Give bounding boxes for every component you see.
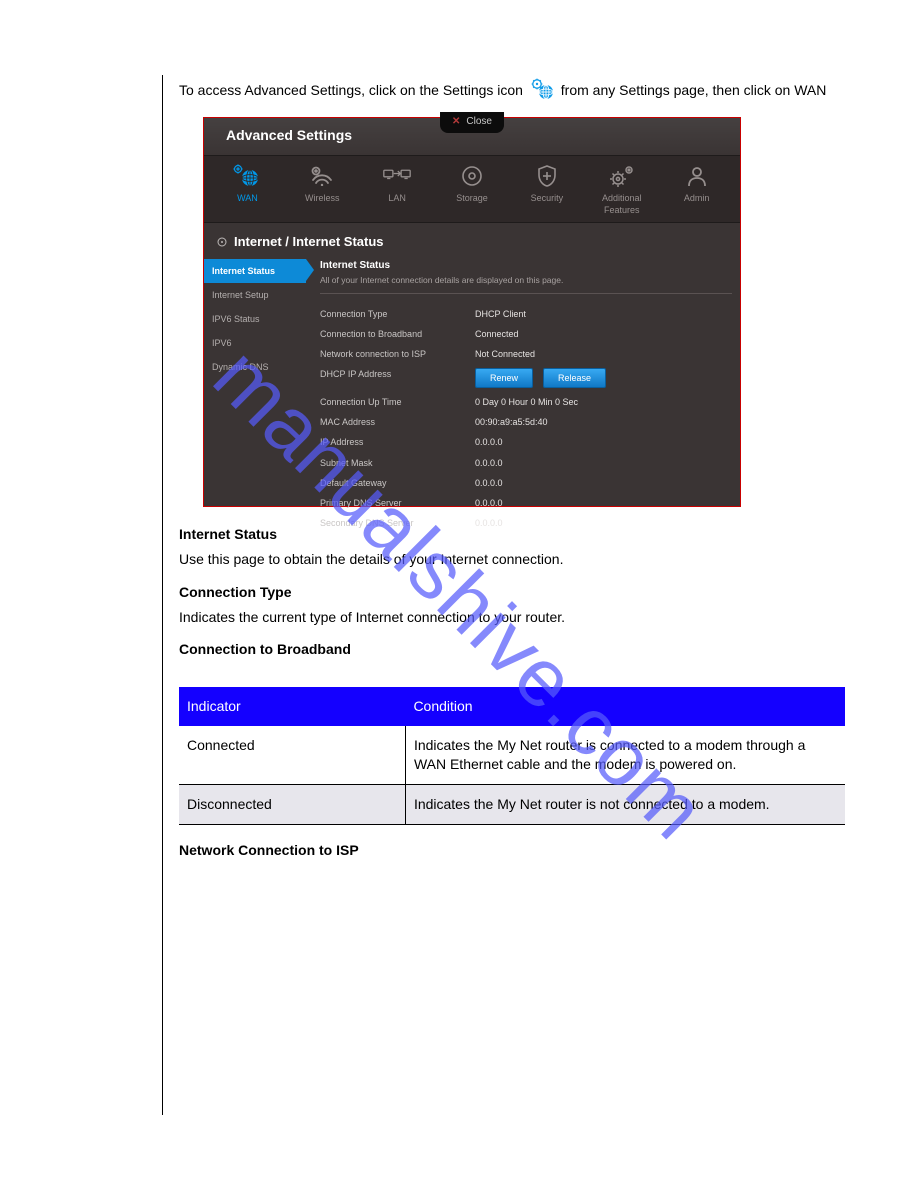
row-value: 0 Day 0 Hour 0 Min 0 Sec xyxy=(475,396,732,408)
status-row: DHCP IP AddressRenew Release xyxy=(320,364,732,392)
nav-wireless[interactable]: Wireless xyxy=(285,164,360,216)
router-sidebar: Internet Status Internet Setup IPV6 Stat… xyxy=(204,259,306,540)
row-label: MAC Address xyxy=(320,416,475,428)
nav-label: Additional Features xyxy=(584,192,659,216)
status-row: Default Gateway0.0.0.0 xyxy=(320,473,732,493)
row-value: Not Connected xyxy=(475,348,732,360)
nav-admin[interactable]: Admin xyxy=(659,164,734,216)
status-row: Primary DNS Server0.0.0.0 xyxy=(320,493,732,513)
sidebar-item-internet-status[interactable]: Internet Status xyxy=(204,259,306,283)
row-value: 0.0.0.0 xyxy=(475,436,732,448)
sub1-body: Indicates the current type of Internet c… xyxy=(179,608,845,627)
document-content: To access Advanced Settings, click on th… xyxy=(179,78,845,866)
row-label: Primary DNS Server xyxy=(320,497,475,509)
row-value: 0.0.0.0 xyxy=(475,517,732,529)
close-label: Close xyxy=(466,115,492,129)
gear-small-icon xyxy=(216,236,228,248)
sidebar-item-internet-setup[interactable]: Internet Setup xyxy=(204,283,306,307)
nav-label: Wireless xyxy=(305,192,340,204)
table-row: Disconnected Indicates the My Net router… xyxy=(179,785,845,825)
row-value: DHCP Client xyxy=(475,308,732,320)
sub2-title: Connection to Broadband xyxy=(179,640,845,659)
disc-icon xyxy=(458,164,486,188)
lan-icon xyxy=(383,164,411,188)
th-indicator: Indicator xyxy=(179,687,405,726)
table-row: Connected Indicates the My Net router is… xyxy=(179,726,845,784)
section-body: Use this page to obtain the details of y… xyxy=(179,550,845,569)
table-header-row: Indicator Condition xyxy=(179,687,845,726)
nav-storage[interactable]: Storage xyxy=(435,164,510,216)
globe-icon xyxy=(233,164,261,188)
nav-label: Admin xyxy=(684,192,710,204)
row-value: Connected xyxy=(475,328,732,340)
panel-desc: All of your Internet connection details … xyxy=(320,275,732,293)
vertical-rule xyxy=(162,75,163,1115)
status-row: Network connection to ISPNot Connected xyxy=(320,344,732,364)
intro-icon-inline xyxy=(529,78,555,105)
shield-icon xyxy=(533,164,561,188)
status-row: Connection Up Time0 Day 0 Hour 0 Min 0 S… xyxy=(320,392,732,412)
row-value: 00:90:a9:a5:5d:40 xyxy=(475,416,732,428)
row-label: Connection Up Time xyxy=(320,396,475,408)
sub1-title: Connection Type xyxy=(179,583,845,602)
intro-paragraph: To access Advanced Settings, click on th… xyxy=(179,78,845,105)
sidebar-item-ddns[interactable]: Dynamic DNS xyxy=(204,355,306,379)
nav-wan[interactable]: WAN xyxy=(210,164,285,216)
document-body: Internet Status Use this page to obtain … xyxy=(179,525,845,860)
row-label: Secondary DNS Server xyxy=(320,517,475,529)
router-screenshot: ✕ Close Advanced Settings WAN Wireless xyxy=(203,117,741,507)
close-button[interactable]: ✕ Close xyxy=(440,112,504,134)
router-main-panel: Internet Status All of your Internet con… xyxy=(306,259,740,540)
status-row: Subnet Mask0.0.0.0 xyxy=(320,453,732,473)
row-value: Renew Release xyxy=(475,368,732,388)
nav-additional[interactable]: Additional Features xyxy=(584,164,659,216)
row-label: DHCP IP Address xyxy=(320,368,475,388)
row-label: Connection Type xyxy=(320,308,475,320)
cell-condition: Indicates the My Net router is connected… xyxy=(405,726,845,784)
row-value: 0.0.0.0 xyxy=(475,457,732,469)
intro-text-1: To access Advanced Settings, click on th… xyxy=(179,82,523,98)
release-button[interactable]: Release xyxy=(543,368,606,388)
sub3-title: Network Connection to ISP xyxy=(179,841,845,860)
sidebar-item-ipv6[interactable]: IPV6 xyxy=(204,331,306,355)
router-page-title: Internet / Internet Status xyxy=(204,223,740,259)
row-label: IP Address xyxy=(320,436,475,448)
intro-text-2: from any Settings page, then click on WA… xyxy=(561,82,827,98)
close-icon: ✕ xyxy=(452,115,460,129)
cell-condition: Indicates the My Net router is not conne… xyxy=(405,785,845,825)
nav-label: Security xyxy=(531,192,564,204)
sidebar-item-ipv6-status[interactable]: IPV6 Status xyxy=(204,307,306,331)
row-value: 0.0.0.0 xyxy=(475,497,732,509)
status-row: Connection to BroadbandConnected xyxy=(320,324,732,344)
nav-label: WAN xyxy=(237,192,258,204)
row-label: Subnet Mask xyxy=(320,457,475,469)
row-label: Network connection to ISP xyxy=(320,348,475,360)
row-label: Default Gateway xyxy=(320,477,475,489)
status-row: MAC Address00:90:a9:a5:5d:40 xyxy=(320,412,732,432)
indicator-table: Indicator Condition Connected Indicates … xyxy=(179,687,845,825)
panel-title: Internet Status xyxy=(320,259,732,273)
status-row: IP Address0.0.0.0 xyxy=(320,432,732,452)
person-icon xyxy=(683,164,711,188)
nav-security[interactable]: Security xyxy=(509,164,584,216)
renew-button[interactable]: Renew xyxy=(475,368,533,388)
wifi-icon xyxy=(308,164,336,188)
status-row: Connection TypeDHCP Client xyxy=(320,304,732,324)
nav-label: Storage xyxy=(456,192,488,204)
row-value: 0.0.0.0 xyxy=(475,477,732,489)
nav-lan[interactable]: LAN xyxy=(360,164,435,216)
status-row: Secondary DNS Server0.0.0.0 xyxy=(320,513,732,533)
router-nav: WAN Wireless LAN Storage xyxy=(204,156,740,223)
cell-indicator: Connected xyxy=(179,726,405,784)
th-condition: Condition xyxy=(405,687,845,726)
row-label: Connection to Broadband xyxy=(320,328,475,340)
gear-icon xyxy=(608,164,636,188)
nav-label: LAN xyxy=(388,192,406,204)
cell-indicator: Disconnected xyxy=(179,785,405,825)
